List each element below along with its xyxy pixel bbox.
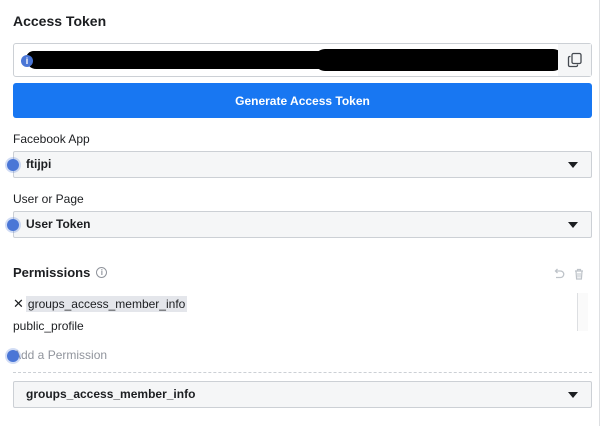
permissions-scrollbar[interactable] xyxy=(577,293,588,331)
generate-access-token-button[interactable]: Generate Access Token xyxy=(13,83,592,118)
undo-icon[interactable] xyxy=(553,268,565,280)
copy-token-button[interactable] xyxy=(558,44,591,76)
permission-label: groups_access_member_info xyxy=(25,296,188,312)
permissions-header: Permissions i xyxy=(13,265,108,280)
token-info-icon[interactable]: i xyxy=(21,55,33,67)
permissions-title: Permissions xyxy=(13,265,91,280)
redacted-token-mask-2 xyxy=(314,49,564,71)
add-permission-indicator-dot xyxy=(7,350,19,362)
access-token-row: i xyxy=(13,43,592,77)
facebook-app-select[interactable]: ftijpi xyxy=(13,151,592,178)
facebook-app-label: Facebook App xyxy=(13,132,90,146)
access-token-panel: Access Token i Generate Access Token Fac… xyxy=(0,0,600,426)
add-permission-input[interactable]: Add a Permission xyxy=(13,348,107,362)
trash-icon[interactable] xyxy=(573,268,585,280)
facebook-app-indicator-dot xyxy=(7,159,19,171)
remove-permission-icon[interactable]: ✕ xyxy=(13,296,24,312)
permissions-tools xyxy=(553,268,585,280)
panel-title: Access Token xyxy=(13,13,107,29)
chevron-down-icon xyxy=(568,222,578,228)
permission-select[interactable]: groups_access_member_info xyxy=(13,381,592,408)
user-or-page-select[interactable]: User Token xyxy=(13,211,592,238)
chevron-down-icon xyxy=(568,392,578,398)
copy-icon xyxy=(567,52,582,68)
chevron-down-icon xyxy=(568,162,578,168)
permission-label: public_profile xyxy=(13,319,84,333)
permission-item: public_profile xyxy=(13,315,588,337)
permissions-list: ✕ groups_access_member_info public_profi… xyxy=(13,293,588,333)
user-or-page-value: User Token xyxy=(26,217,91,231)
permissions-info-icon[interactable]: i xyxy=(96,267,108,278)
access-token-input[interactable]: i xyxy=(14,44,564,76)
permission-item: ✕ groups_access_member_info xyxy=(13,293,588,315)
user-or-page-label: User or Page xyxy=(13,192,84,206)
user-or-page-indicator-dot xyxy=(7,219,19,231)
permission-select-value: groups_access_member_info xyxy=(26,387,196,401)
facebook-app-value: ftijpi xyxy=(26,157,52,171)
divider xyxy=(13,372,592,373)
